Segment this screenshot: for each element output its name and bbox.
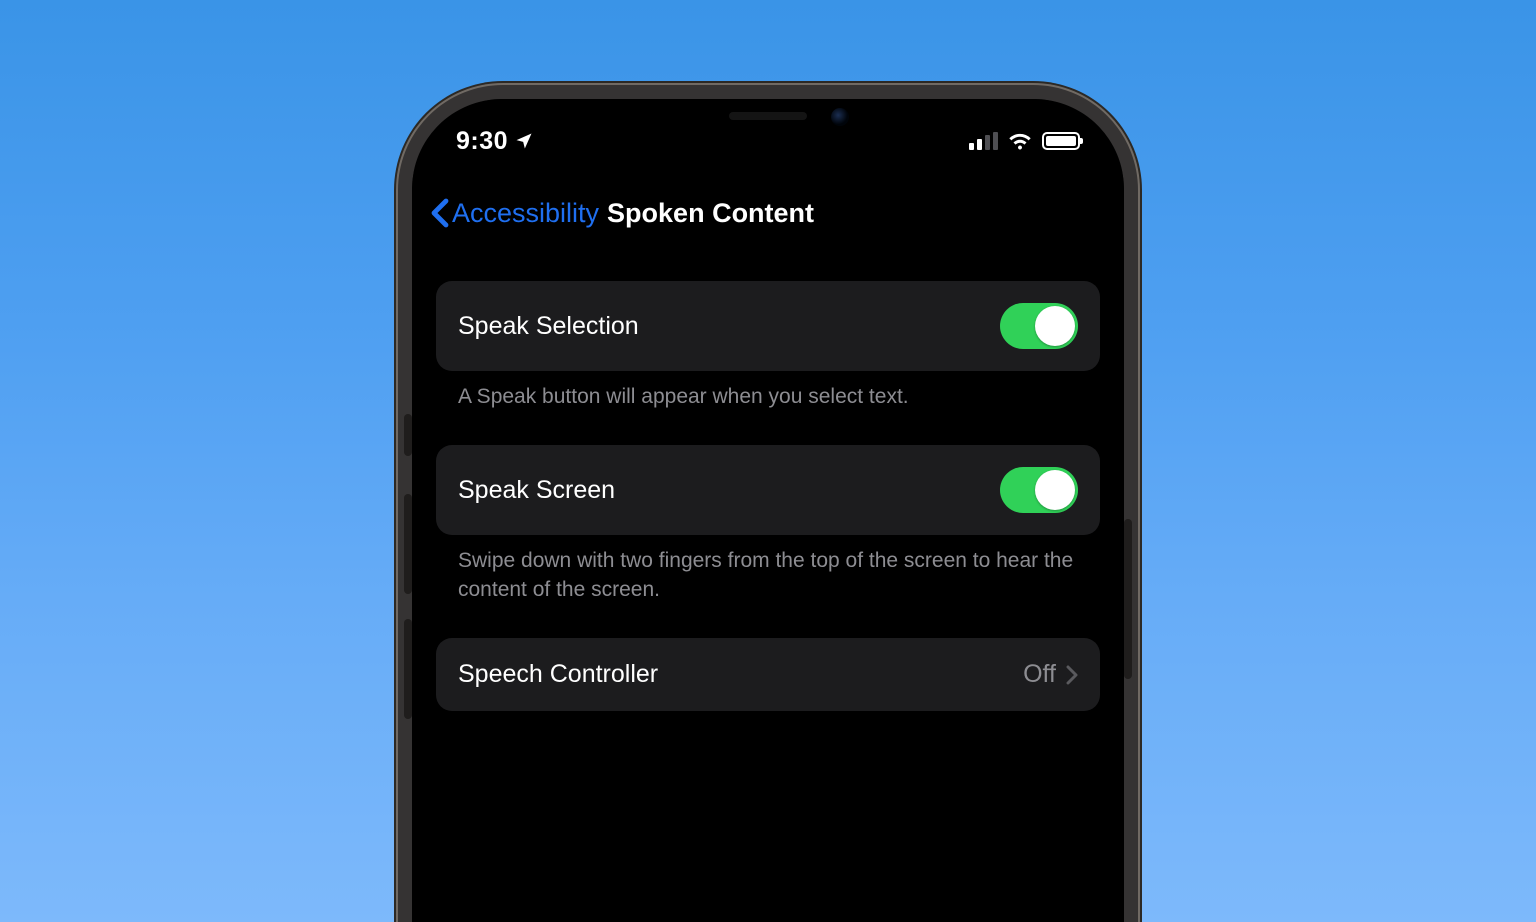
power-button — [1124, 519, 1132, 679]
toggle-speak-screen[interactable] — [1000, 467, 1078, 513]
background: 9:30 — [0, 0, 1536, 922]
footer-speak-selection: A Speak button will appear when you sele… — [436, 371, 1100, 445]
status-left: 9:30 — [456, 127, 534, 156]
row-speak-screen[interactable]: Speak Screen — [436, 445, 1100, 535]
group-speech-controller: Speech Controller Off — [436, 638, 1100, 711]
battery-icon — [1042, 132, 1080, 150]
row-label: Speech Controller — [458, 660, 658, 689]
volume-up-button — [404, 494, 412, 594]
row-speak-selection[interactable]: Speak Selection — [436, 281, 1100, 371]
settings-navbar: Accessibility Spoken Content — [412, 183, 1124, 243]
status-time: 9:30 — [456, 127, 508, 156]
footer-speak-screen: Swipe down with two fingers from the top… — [436, 535, 1100, 638]
toggle-speak-selection[interactable] — [1000, 303, 1078, 349]
settings-content: Speak Selection A Speak button will appe… — [412, 281, 1124, 711]
location-arrow-icon — [514, 131, 534, 151]
back-label: Accessibility — [452, 198, 599, 229]
chevron-right-icon — [1066, 665, 1078, 685]
device-frame: 9:30 — [398, 85, 1138, 922]
page-title: Spoken Content — [607, 198, 814, 229]
row-label: Speak Selection — [458, 312, 639, 341]
chevron-left-icon — [430, 198, 450, 228]
group-speak-screen: Speak Screen Swipe down with two fingers… — [436, 445, 1100, 638]
group-speak-selection: Speak Selection A Speak button will appe… — [436, 281, 1100, 445]
device-screen: 9:30 — [412, 99, 1124, 922]
row-label: Speak Screen — [458, 476, 615, 505]
back-button[interactable]: Accessibility — [418, 198, 599, 229]
status-right — [969, 132, 1080, 150]
row-right: Off — [1023, 660, 1078, 689]
cellular-icon — [969, 132, 998, 150]
volume-down-button — [404, 619, 412, 719]
mute-switch — [404, 414, 412, 456]
status-bar: 9:30 — [412, 111, 1124, 171]
row-speech-controller[interactable]: Speech Controller Off — [436, 638, 1100, 711]
wifi-icon — [1008, 132, 1032, 150]
row-value: Off — [1023, 660, 1056, 689]
